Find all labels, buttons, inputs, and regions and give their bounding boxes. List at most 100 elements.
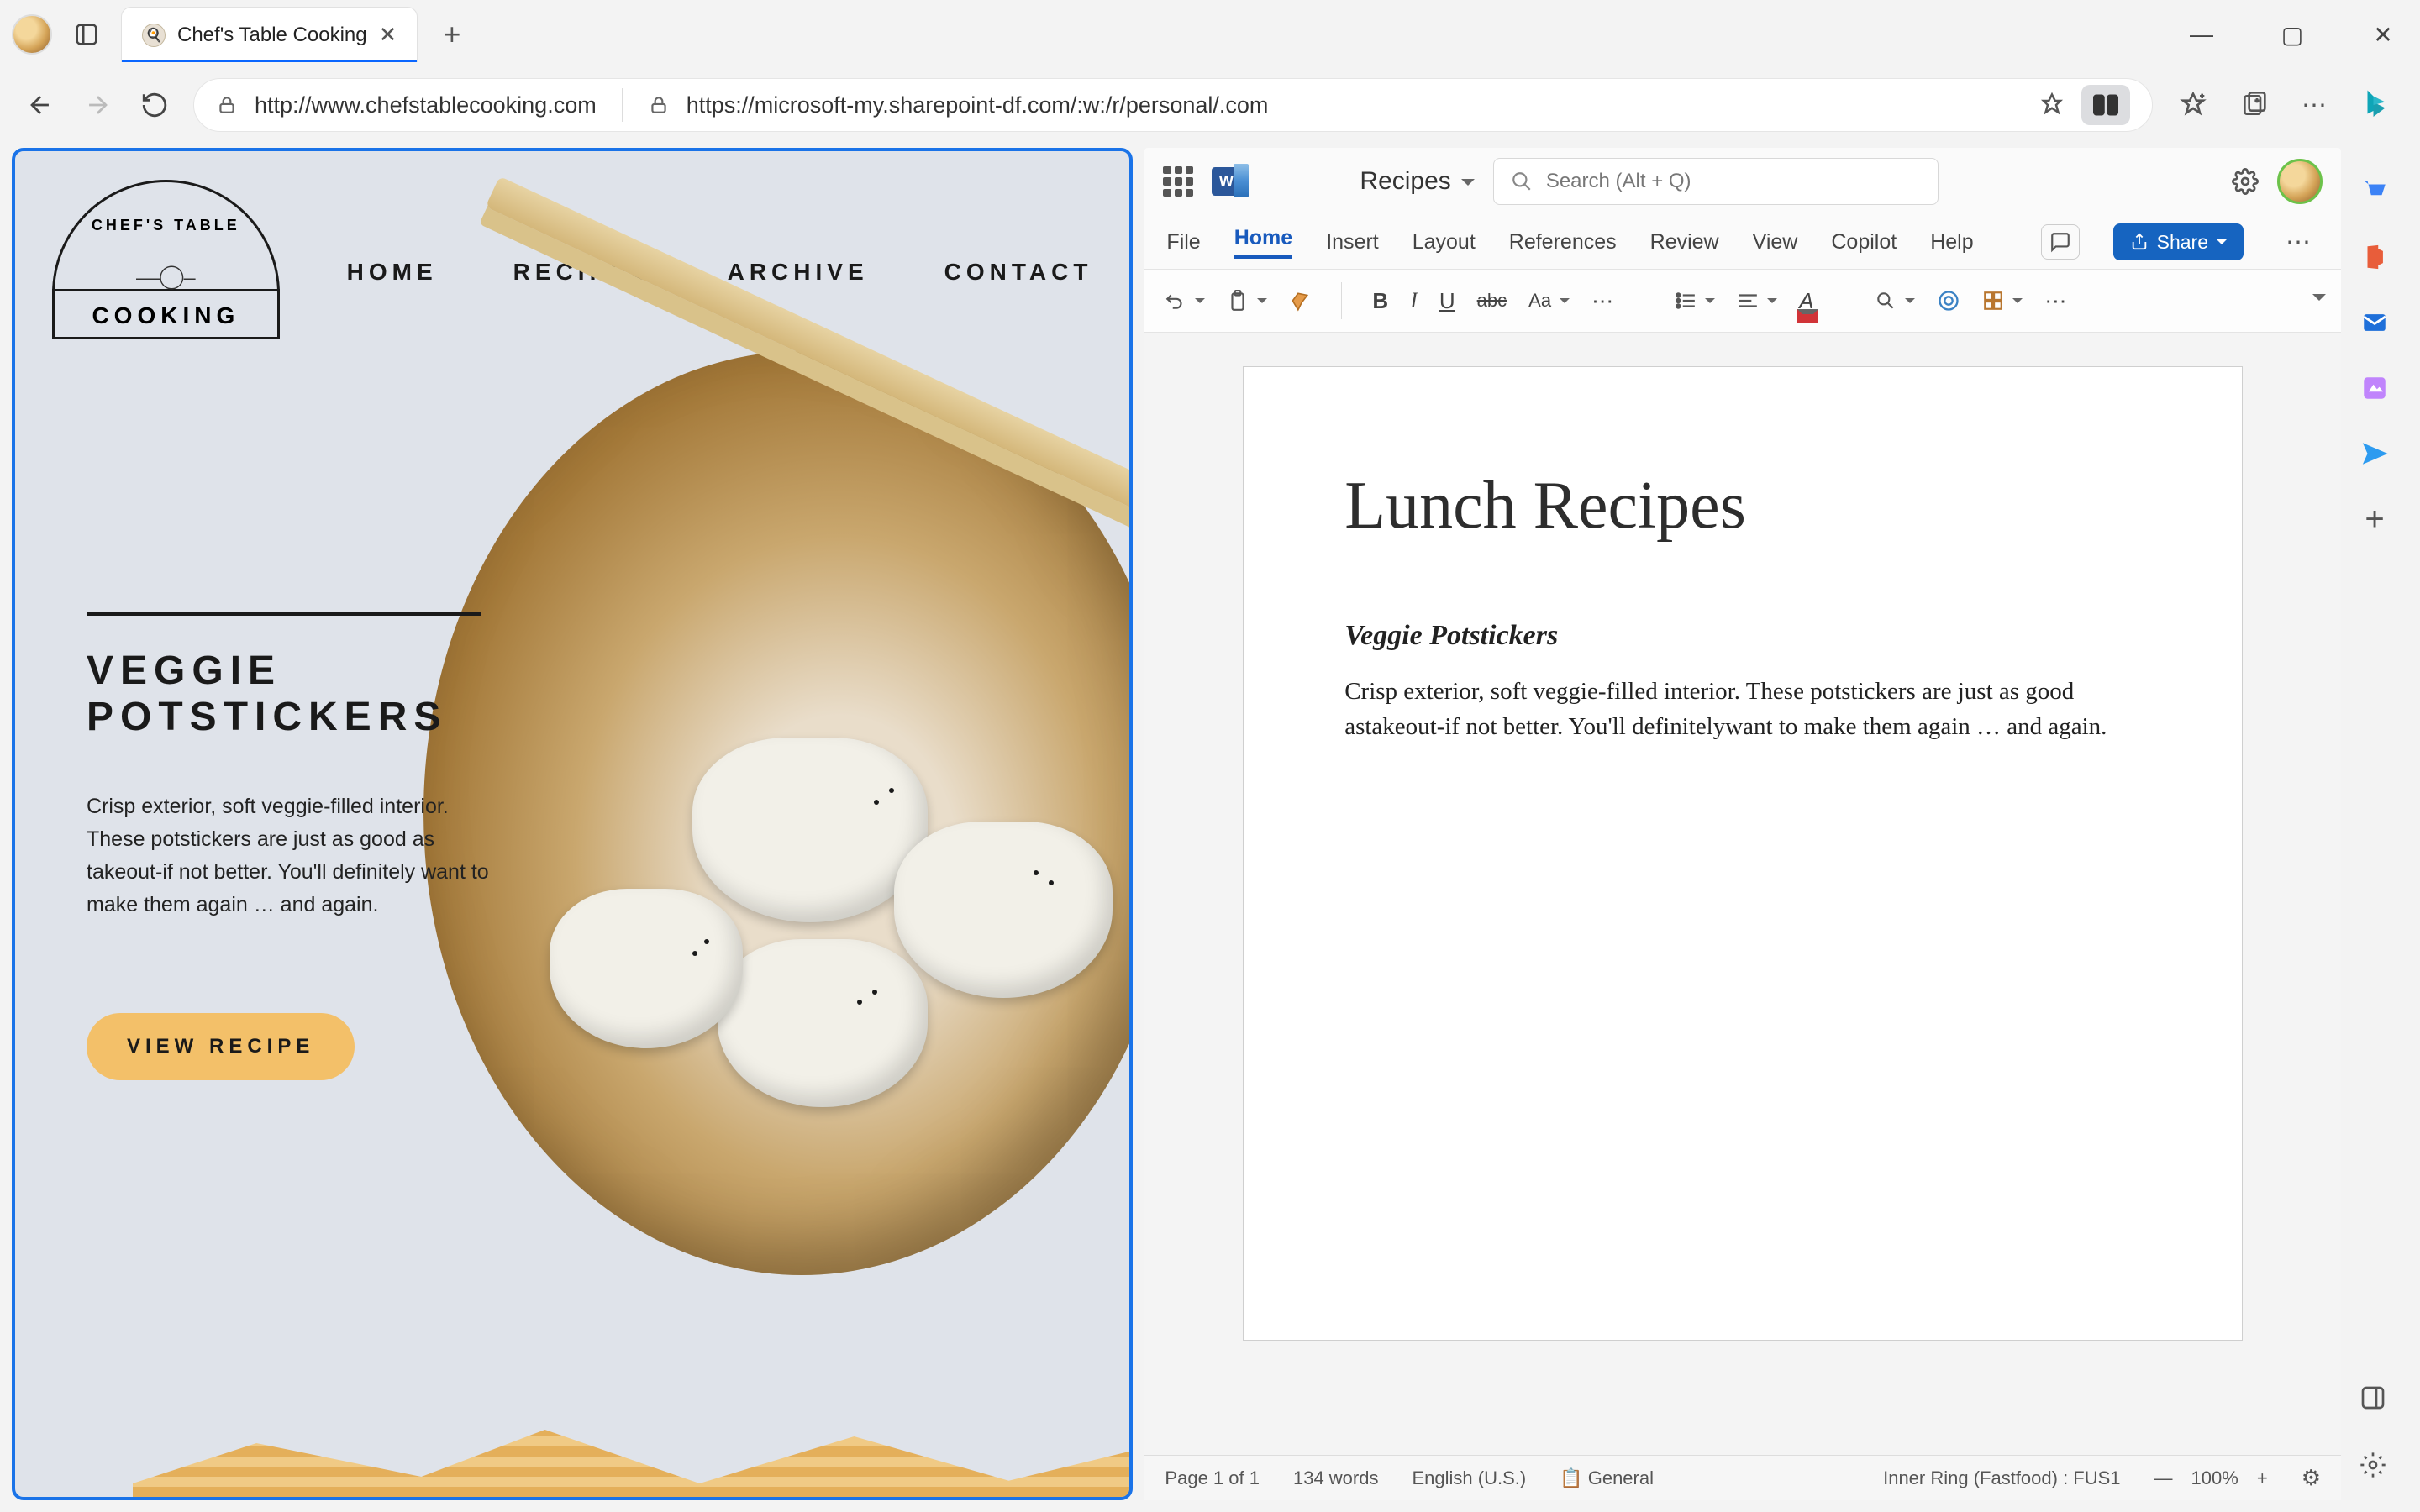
site-info-icon-right[interactable] (648, 94, 670, 116)
tab-insert[interactable]: Insert (1326, 230, 1379, 255)
doc-subheading[interactable]: Veggie Potstickers (1344, 620, 2141, 652)
hero-image (424, 351, 1133, 1275)
settings-button[interactable] (2232, 168, 2259, 195)
bold-button[interactable]: B (1367, 285, 1393, 318)
tab-review[interactable]: Review (1650, 230, 1719, 255)
strikethrough-button[interactable]: abc (1472, 286, 1512, 315)
nav-home[interactable]: HOME (347, 259, 438, 286)
statusbar-settings-button[interactable]: ⚙ (2302, 1465, 2321, 1491)
browser-toolbar: http://www.chefstablecooking.com https:/… (0, 69, 2420, 141)
document-title[interactable]: Recipes (1360, 167, 1474, 196)
site-header: CHEF'S TABLE ⎯⎯◯⎯ COOKING HOME RECIPES A… (15, 151, 1129, 393)
document-page[interactable]: Lunch Recipes Veggie Potstickers Crisp e… (1243, 366, 2243, 1341)
word-statusbar: Page 1 of 1 134 words English (U.S.) 📋 G… (1144, 1455, 2341, 1500)
profile-avatar[interactable] (12, 14, 52, 55)
user-avatar[interactable] (2277, 159, 2323, 204)
format-painter-button[interactable] (1284, 286, 1316, 315)
italic-button[interactable]: I (1405, 285, 1423, 317)
search-input[interactable]: Search (Alt + Q) (1493, 158, 1939, 205)
ribbon-overflow-button[interactable]: ⋯ (2039, 285, 2071, 318)
underline-button[interactable]: U (1434, 285, 1460, 318)
split-screen-button[interactable] (2081, 85, 2130, 125)
close-window-button[interactable]: ✕ (2358, 21, 2408, 49)
view-recipe-button[interactable]: VIEW RECIPE (87, 1013, 355, 1080)
paste-button[interactable] (1222, 286, 1272, 315)
app-launcher-icon[interactable] (1163, 166, 1193, 197)
window-controls: — ▢ ✕ (2176, 21, 2408, 49)
status-language[interactable]: English (U.S.) (1412, 1467, 1526, 1489)
read-aloud-icon[interactable] (2039, 92, 2065, 118)
nav-contact[interactable]: CONTACT (944, 259, 1093, 286)
favorites-button[interactable] (2173, 85, 2213, 125)
align-button[interactable] (1732, 288, 1782, 313)
status-general[interactable]: 📋 General (1560, 1467, 1654, 1489)
maximize-button[interactable]: ▢ (2267, 21, 2317, 49)
site-info-icon[interactable] (216, 94, 238, 116)
forward-button[interactable] (79, 87, 116, 123)
collapse-ribbon-button[interactable] (2312, 294, 2326, 307)
sidebar-office-icon[interactable] (2356, 239, 2393, 276)
status-page[interactable]: Page 1 of 1 (1165, 1467, 1260, 1489)
collections-button[interactable] (2233, 85, 2274, 125)
font-more-button[interactable]: ⋯ (1586, 285, 1618, 318)
sidebar-add-button[interactable]: + (2356, 501, 2393, 538)
doc-paragraph[interactable]: Crisp exterior, soft veggie-filled inter… (1344, 674, 2141, 744)
tab-title: Chef's Table Cooking (177, 24, 367, 47)
font-color-button[interactable]: A (1794, 285, 1818, 318)
word-topbar: Recipes Search (Alt + Q) (1144, 148, 2341, 215)
tab-copilot[interactable]: Copilot (1831, 230, 1897, 255)
zoom-in-button[interactable]: + (2257, 1467, 2268, 1489)
bullets-button[interactable] (1670, 288, 1720, 313)
document-canvas[interactable]: Lunch Recipes Veggie Potstickers Crisp e… (1144, 333, 2341, 1455)
sidebar-designer-icon[interactable] (2356, 370, 2393, 407)
doc-heading[interactable]: Lunch Recipes (1344, 468, 2141, 544)
sidebar-settings-button[interactable] (2354, 1446, 2391, 1483)
sidebar-pane-toggle[interactable] (2354, 1379, 2391, 1416)
hero-section: VEGGIE POTSTICKERS Crisp exterior, soft … (15, 393, 1129, 1500)
logo-text-top: CHEF'S TABLE (52, 217, 280, 234)
more-menu-button[interactable]: ⋯ (2294, 85, 2334, 125)
tab-actions-button[interactable] (67, 15, 106, 54)
find-button[interactable] (1870, 286, 1920, 315)
tab-home[interactable]: Home (1234, 226, 1292, 259)
zoom-out-button[interactable]: — (2154, 1467, 2173, 1489)
tab-layout[interactable]: Layout (1413, 230, 1476, 255)
sidebar-outlook-icon[interactable] (2356, 304, 2393, 341)
back-button[interactable] (22, 87, 59, 123)
comments-button[interactable] (2041, 224, 2080, 260)
hero-text: VEGGIE POTSTICKERS Crisp exterior, soft … (87, 612, 498, 1080)
copilot-button[interactable] (2354, 83, 2398, 127)
sidebar-send-icon[interactable] (2356, 435, 2393, 472)
browser-tab[interactable]: 🍳 Chef's Table Cooking ✕ (121, 7, 418, 62)
nav-archive[interactable]: ARCHIVE (728, 259, 869, 286)
tab-close-button[interactable]: ✕ (379, 22, 397, 48)
url-right: https://microsoft-my.sharepoint-df.com/:… (687, 92, 1269, 118)
dumpling-graphic (550, 889, 743, 1048)
ribbon-more-button[interactable]: ⋯ (2277, 228, 2319, 257)
zoom-level[interactable]: 100% (2191, 1467, 2238, 1489)
tab-favicon-icon: 🍳 (142, 24, 166, 47)
copilot-ribbon-button[interactable] (1932, 286, 1965, 316)
layout-grid-button[interactable] (1977, 286, 2028, 315)
hero-title-line1: VEGGIE (87, 648, 498, 694)
tab-file[interactable]: File (1166, 230, 1200, 255)
refresh-button[interactable] (136, 87, 173, 123)
change-case-button[interactable]: Aa (1523, 286, 1575, 315)
site-logo[interactable]: CHEF'S TABLE ⎯⎯◯⎯ COOKING (52, 180, 280, 365)
undo-button[interactable] (1160, 286, 1210, 315)
new-tab-button[interactable]: + (433, 17, 471, 52)
tab-help[interactable]: Help (1930, 230, 1973, 255)
left-pane-website: CHEF'S TABLE ⎯⎯◯⎯ COOKING HOME RECIPES A… (12, 148, 1133, 1500)
right-pane-word: Recipes Search (Alt + Q) File Home Inser… (1144, 148, 2408, 1500)
tab-view[interactable]: View (1753, 230, 1798, 255)
minimize-button[interactable]: — (2176, 21, 2227, 49)
sidebar-shopping-icon[interactable] (2356, 173, 2393, 210)
dumpling-graphic (692, 738, 928, 922)
hero-rule (87, 612, 481, 616)
status-word-count[interactable]: 134 words (1293, 1467, 1379, 1489)
browser-titlebar: 🍳 Chef's Table Cooking ✕ + — ▢ ✕ (0, 0, 2420, 69)
word-logo-icon[interactable] (1212, 167, 1240, 196)
address-bar[interactable]: http://www.chefstablecooking.com https:/… (193, 78, 2153, 132)
tab-references[interactable]: References (1509, 230, 1617, 255)
share-button[interactable]: Share (2113, 223, 2244, 260)
